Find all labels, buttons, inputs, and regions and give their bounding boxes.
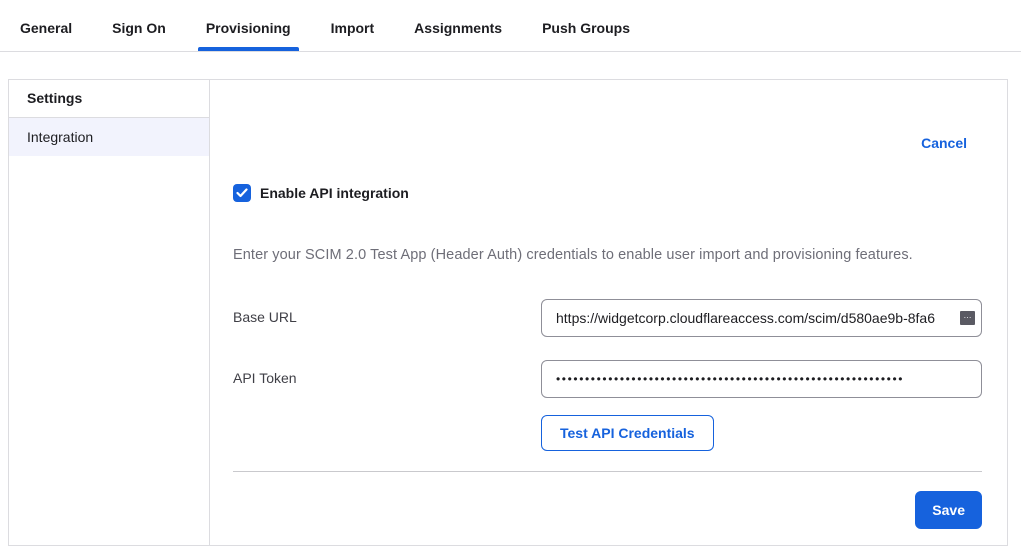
settings-sidebar: Settings Integration [9,80,210,545]
tab-push-groups[interactable]: Push Groups [540,14,632,51]
text-overflow-indicator: ⋯ [960,311,975,325]
enable-api-integration-checkbox[interactable] [233,184,251,202]
base-url-label: Base URL [233,299,541,325]
tab-assignments[interactable]: Assignments [412,14,504,51]
api-token-label: API Token [233,360,541,386]
test-api-credentials-button[interactable]: Test API Credentials [541,415,714,451]
base-url-value: https://widgetcorp.cloudflareaccess.com/… [556,310,972,326]
tab-general[interactable]: General [18,14,74,51]
integration-form: Cancel Enable API integration Enter your… [210,80,1007,545]
cancel-link[interactable]: Cancel [921,135,967,151]
save-button[interactable]: Save [915,491,982,529]
app-tab-bar: General Sign On Provisioning Import Assi… [0,0,1021,52]
tab-import[interactable]: Import [329,14,377,51]
provisioning-panel: Settings Integration Cancel Enable API i… [8,79,1008,546]
api-token-input[interactable]: ••••••••••••••••••••••••••••••••••••••••… [541,360,982,398]
sidebar-header: Settings [9,80,209,118]
credentials-description: Enter your SCIM 2.0 Test App (Header Aut… [233,247,982,263]
sidebar-item-integration[interactable]: Integration [9,118,209,156]
checkmark-icon [236,188,248,198]
base-url-input[interactable]: https://widgetcorp.cloudflareaccess.com/… [541,299,982,337]
api-token-masked-value: ••••••••••••••••••••••••••••••••••••••••… [556,372,904,386]
tab-provisioning[interactable]: Provisioning [204,14,293,51]
tab-sign-on[interactable]: Sign On [110,14,168,51]
enable-api-integration-label[interactable]: Enable API integration [260,185,409,201]
sidebar-item-label: Integration [27,129,93,145]
footer-divider [233,471,982,472]
